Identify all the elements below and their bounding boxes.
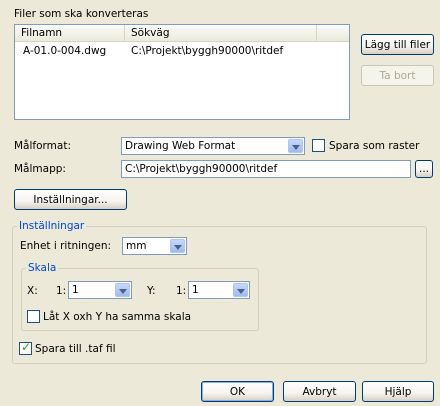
save-raster-checkbox[interactable]: [312, 139, 325, 152]
remove-button[interactable]: Ta bort: [361, 65, 434, 86]
target-format-label: Målformat:: [14, 140, 71, 152]
browse-button[interactable]: ...: [415, 160, 433, 178]
scale-group-title: Skala: [26, 262, 59, 275]
target-format-value: Drawing Web Format: [125, 140, 236, 152]
file-name-cell: A-01.0-004.dwg: [23, 45, 107, 57]
scale-y-label: Y:: [147, 285, 156, 297]
chevron-down-icon[interactable]: [288, 139, 303, 153]
chevron-down-icon[interactable]: [170, 239, 185, 253]
scale-x-label: X:: [27, 285, 38, 297]
table-row[interactable]: A-01.0-004.dwg C:\Projekt\byggh90000\rit…: [15, 44, 349, 59]
unit-select[interactable]: mm: [122, 237, 187, 255]
same-scale-checkbox[interactable]: [27, 310, 40, 323]
cancel-button[interactable]: Avbryt: [283, 381, 356, 402]
save-taf-checkbox[interactable]: [19, 340, 32, 355]
target-folder-field[interactable]: [121, 160, 411, 178]
column-header-path[interactable]: Sökväg: [125, 25, 317, 41]
scale-y-prefix: 1:: [176, 285, 187, 297]
settings-group-title: Inställningar: [17, 220, 87, 233]
scale-x-select[interactable]: 1: [68, 281, 132, 299]
same-scale-label: Låt X oxh Y ha samma skala: [43, 311, 192, 323]
save-taf-label: Spara till .taf fil: [35, 343, 116, 355]
help-button[interactable]: Hjälp: [362, 381, 434, 402]
add-files-button[interactable]: Lägg till filer: [361, 34, 434, 55]
column-header-filename[interactable]: Filnamn: [15, 25, 125, 41]
unit-label: Enhet i ritningen:: [20, 240, 112, 252]
scale-y-value: 1: [192, 284, 199, 296]
target-folder-label: Målmapp:: [14, 163, 66, 175]
target-folder-input[interactable]: [122, 161, 410, 177]
target-format-select[interactable]: Drawing Web Format: [121, 137, 305, 155]
chevron-down-icon[interactable]: [233, 283, 248, 297]
chevron-down-icon[interactable]: [115, 283, 130, 297]
save-raster-label: Spara som raster: [329, 140, 420, 152]
ok-button[interactable]: OK: [201, 381, 274, 402]
scale-y-select[interactable]: 1: [188, 281, 250, 299]
file-path-cell: C:\Projekt\byggh90000\ritdef: [131, 45, 284, 57]
file-list-header: Filnamn Sökväg: [15, 25, 349, 42]
file-list[interactable]: Filnamn Sökväg A-01.0-004.dwg C:\Projekt…: [14, 24, 350, 120]
scale-x-prefix: 1:: [56, 285, 67, 297]
unit-value: mm: [126, 240, 147, 252]
settings-button[interactable]: Inställningar...: [14, 189, 127, 210]
files-section-label: Filer som ska konverteras: [14, 8, 149, 20]
scale-x-value: 1: [72, 284, 79, 296]
